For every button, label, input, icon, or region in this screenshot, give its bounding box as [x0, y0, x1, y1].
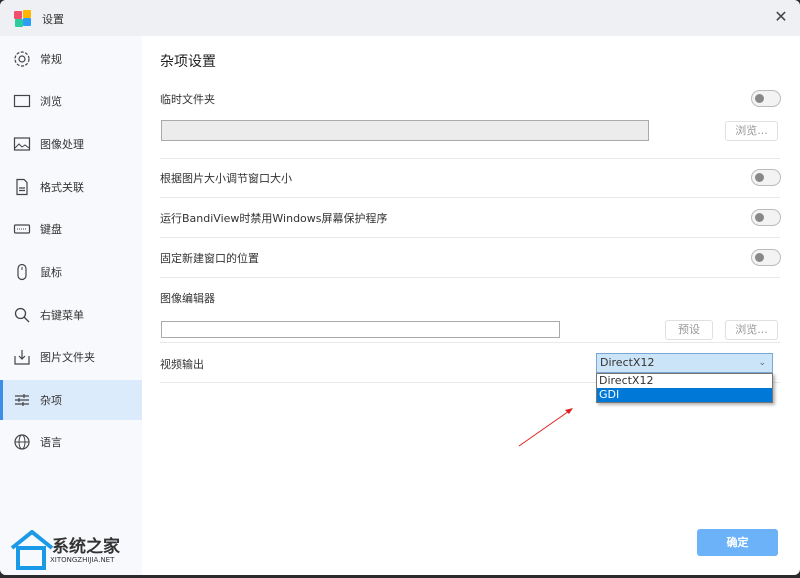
sidebar-item-image-folder[interactable]: 图片文件夹: [0, 337, 142, 377]
watermark-text: 系统之家: [52, 537, 120, 557]
sidebar-item-image-processing[interactable]: 图像处理: [0, 124, 142, 164]
divider: [160, 277, 780, 278]
chevron-down-icon: ⌄: [758, 358, 766, 368]
image-editor-browse-button[interactable]: 浏览...: [725, 320, 778, 340]
image-editor-label: 图像编辑器: [160, 292, 215, 305]
sidebar-item-label: 键盘: [40, 223, 62, 236]
sidebar-item-browse[interactable]: 浏览: [0, 81, 142, 121]
temp-folder-input[interactable]: [161, 120, 649, 141]
image-icon: [13, 137, 31, 151]
app-logo-icon: [14, 10, 32, 28]
watermark-url: XITONGZHIJIA.NET: [50, 556, 115, 564]
watermark-logo: 系统之家 XITONGZHIJIA.NET: [10, 530, 160, 575]
gear-icon: [14, 51, 30, 67]
frame-icon: [13, 94, 31, 108]
sidebar-item-label: 浏览: [40, 95, 62, 108]
sidebar-item-mouse[interactable]: 鼠标: [0, 252, 142, 292]
annotation-arrow-icon: [518, 408, 573, 447]
selected-value: DirectX12: [600, 356, 655, 369]
video-output-select[interactable]: DirectX12 ⌄: [596, 353, 773, 373]
sidebar-item-general[interactable]: 常规: [0, 39, 142, 79]
settings-window: 设置 ✕ 常规 浏览 图像处理 格式关联 键盘 鼠标 右键菜单 图片文件夹 杂项…: [0, 0, 800, 575]
globe-icon: [14, 434, 30, 450]
sidebar-item-label: 语言: [40, 436, 62, 449]
sidebar-item-label: 右键菜单: [40, 309, 84, 322]
sidebar-item-label: 鼠标: [40, 266, 62, 279]
close-button[interactable]: ✕: [770, 6, 792, 28]
temp-folder-browse-button[interactable]: 浏览...: [725, 121, 778, 141]
sidebar-item-context-menu[interactable]: 右键菜单: [0, 295, 142, 335]
title-bar: 设置 ✕: [0, 0, 800, 36]
divider: [160, 197, 780, 198]
divider: [160, 342, 780, 343]
sidebar-item-label: 格式关联: [40, 181, 84, 194]
keyboard-icon: [13, 224, 31, 234]
option-gdi[interactable]: GDI: [597, 388, 772, 402]
resize-window-label: 根据图片大小调节窗口大小: [160, 172, 292, 185]
search-icon: [14, 307, 30, 323]
sidebar-item-label: 图片文件夹: [40, 351, 95, 364]
video-output-dropdown: DirectX12 GDI: [596, 373, 773, 403]
image-editor-input[interactable]: [161, 321, 560, 338]
sidebar-item-misc[interactable]: 杂项: [0, 380, 142, 420]
temp-folder-label: 临时文件夹: [160, 93, 215, 106]
divider: [160, 158, 780, 159]
sidebar: 常规 浏览 图像处理 格式关联 键盘 鼠标 右键菜单 图片文件夹 杂项 语言: [0, 36, 142, 575]
download-icon: [14, 350, 30, 365]
sliders-icon: [15, 394, 29, 406]
window-title: 设置: [42, 13, 64, 26]
sidebar-item-file-association[interactable]: 格式关联: [0, 167, 142, 207]
temp-folder-toggle[interactable]: [751, 90, 781, 107]
sidebar-item-keyboard[interactable]: 键盘: [0, 209, 142, 249]
fix-window-position-label: 固定新建窗口的位置: [160, 252, 259, 265]
resize-window-toggle[interactable]: [751, 169, 781, 186]
document-icon: [16, 178, 28, 196]
option-directx12[interactable]: DirectX12: [597, 374, 772, 388]
image-editor-preset-button[interactable]: 预设: [665, 320, 713, 340]
sidebar-item-label: 杂项: [40, 394, 62, 407]
disable-screensaver-toggle[interactable]: [751, 209, 781, 226]
sidebar-item-label: 常规: [40, 53, 62, 66]
divider: [160, 237, 780, 238]
disable-screensaver-label: 运行BandiView时禁用Windows屏幕保护程序: [160, 212, 388, 225]
sidebar-item-language[interactable]: 语言: [0, 422, 142, 462]
video-output-label: 视频输出: [160, 358, 204, 371]
ok-button[interactable]: 确定: [697, 529, 778, 556]
sidebar-item-label: 图像处理: [40, 138, 84, 151]
mouse-icon: [17, 263, 27, 281]
page-title: 杂项设置: [160, 54, 216, 70]
fix-window-position-toggle[interactable]: [751, 249, 781, 266]
